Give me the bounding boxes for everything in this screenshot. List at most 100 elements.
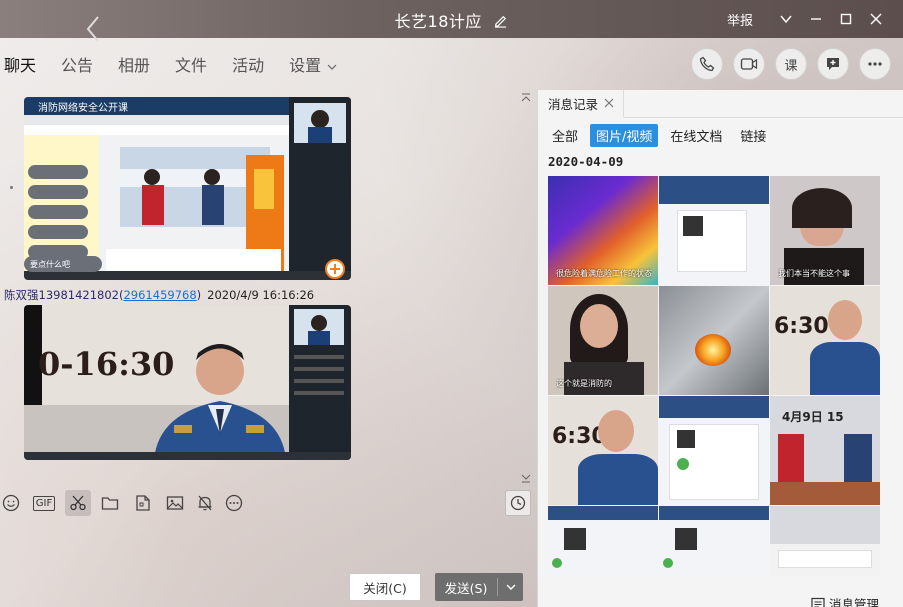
chat-area: 消防网络安全公开课 要点什么吧 陈双强13981421802(296145976… <box>0 90 537 485</box>
filter-all[interactable]: 全部 <box>546 124 584 147</box>
media-thumb[interactable] <box>659 396 769 505</box>
scroll-down-icon[interactable] <box>521 473 531 483</box>
gif-label: GIF <box>32 495 56 511</box>
send-options-button[interactable] <box>498 581 523 593</box>
tabs-bar: 聊天 公告 相册 文件 活动 设置 课 <box>0 38 903 90</box>
record-date: 2020-04-09 <box>548 154 624 169</box>
tab-notice[interactable]: 公告 <box>61 52 93 82</box>
gif-button[interactable]: GIF <box>31 492 57 514</box>
mute-notification-button[interactable] <box>194 492 216 514</box>
close-window-button[interactable] <box>861 0 891 38</box>
thumb-stage <box>770 506 880 544</box>
tab-settings[interactable]: 设置 <box>289 52 337 82</box>
chevron-down-icon <box>506 584 515 590</box>
media-thumb[interactable] <box>659 286 769 395</box>
message-management-button[interactable]: 消息管理 <box>811 594 879 607</box>
filter-links[interactable]: 链接 <box>734 124 772 147</box>
tab-activity[interactable]: 活动 <box>232 52 264 82</box>
media-thumb[interactable]: 4月9日 15 <box>770 396 880 505</box>
close-icon[interactable] <box>604 98 614 108</box>
thumb-uniform <box>810 342 880 395</box>
tab-album[interactable]: 相册 <box>118 52 150 82</box>
window-title-text: 长艺18计应 <box>394 12 482 31</box>
document-icon <box>136 495 150 511</box>
panel-divider <box>624 117 903 118</box>
officer-overlay-time: 0-16:30 <box>38 345 175 383</box>
thumb-uniform <box>578 454 658 505</box>
edit-icon[interactable] <box>493 13 508 28</box>
more-button[interactable] <box>859 48 891 80</box>
media-thumb[interactable]: 很危险着满危险工作的状态下 <box>548 176 658 285</box>
message-input[interactable] <box>0 520 537 570</box>
header-tools: 课 <box>691 48 891 80</box>
screenshot-button[interactable] <box>65 490 91 516</box>
media-thumb[interactable]: 6:30 <box>770 286 880 395</box>
media-thumb[interactable] <box>548 506 658 576</box>
media-thumb[interactable] <box>659 506 769 576</box>
message-record-tab[interactable]: 消息记录 <box>538 90 624 118</box>
image-button[interactable] <box>164 492 186 514</box>
lecture-input-tooltip: 要点什么吧 <box>30 260 70 269</box>
video-icon <box>740 58 758 70</box>
record-filters: 全部 图片/视频 在线文档 链接 <box>546 124 772 147</box>
voice-call-button[interactable] <box>691 48 723 80</box>
tab-files[interactable]: 文件 <box>175 52 207 82</box>
media-thumb[interactable]: 我们本当不能这个事 <box>770 176 880 285</box>
more-tools-button[interactable] <box>223 492 245 514</box>
close-button[interactable]: 关闭(C) <box>349 573 421 601</box>
message-record-panel: 消息记录 全部 图片/视频 在线文档 链接 2020-04-09 很危险着满危险… <box>537 90 903 607</box>
lecture-title: 消防网络安全公开课 <box>38 103 128 114</box>
tab-chat[interactable]: 聊天 <box>4 52 36 82</box>
thumb-table <box>770 482 880 505</box>
scroll-up-icon[interactable] <box>521 93 531 103</box>
thumb-qrcode <box>683 216 703 236</box>
minimize-icon <box>811 18 821 20</box>
sender-name[interactable]: 陈双强13981421802 <box>4 288 119 302</box>
sender-qq-link[interactable]: 2961459768 <box>123 288 196 302</box>
thumb-qrcode <box>677 430 695 448</box>
thumb-fire <box>695 334 731 366</box>
more-circle-icon <box>225 494 243 512</box>
media-thumb[interactable]: 这个就是消防的 <box>548 286 658 395</box>
thumb-header <box>548 506 658 520</box>
chat-image-lecture-screenshot[interactable]: 消防网络安全公开课 要点什么吧 <box>24 97 351 280</box>
thumb-face <box>598 410 634 452</box>
filter-online-docs[interactable]: 在线文档 <box>664 124 728 147</box>
media-thumb-caption: 很危险着满危险工作的状态下 <box>556 269 652 278</box>
thumb-avatar <box>677 458 689 470</box>
send-button[interactable]: 发送(S) <box>435 573 523 601</box>
scissors-icon <box>70 495 86 511</box>
media-thumb[interactable] <box>659 176 769 285</box>
emoji-button[interactable] <box>0 492 22 514</box>
class-button-label: 课 <box>784 58 798 74</box>
thumb-qrcode <box>675 528 697 550</box>
tab-settings-label: 设置 <box>289 56 322 75</box>
chevron-down-icon <box>780 15 792 24</box>
dropdown-button[interactable] <box>771 0 801 38</box>
media-thumb[interactable]: 6:30 <box>548 396 658 505</box>
title-bar: 长艺18计应 举报 <box>0 0 903 42</box>
list-icon <box>811 597 825 607</box>
thumb-header <box>659 396 769 418</box>
folder-icon <box>101 497 119 510</box>
message-history-button[interactable] <box>505 490 531 516</box>
video-call-button[interactable] <box>733 48 765 80</box>
thumb-hair <box>792 188 852 228</box>
media-thumb-caption: 我们本当不能这个事 <box>778 269 850 278</box>
minimize-button[interactable] <box>801 0 831 38</box>
thumb-overlay-date: 4月9日 15 <box>782 410 844 424</box>
thumb-face-front <box>580 304 618 348</box>
maximize-button[interactable] <box>831 0 861 38</box>
chat-image-officer[interactable]: 0-16:30 <box>24 305 351 460</box>
class-button[interactable]: 课 <box>775 48 807 80</box>
add-app-button[interactable] <box>817 48 849 80</box>
emoji-icon <box>2 494 20 512</box>
side-dot <box>10 186 13 189</box>
doc-button[interactable] <box>132 492 154 514</box>
filter-images-videos[interactable]: 图片/视频 <box>590 124 659 147</box>
message-timestamp: 2020/4/9 16:16:26 <box>207 288 315 302</box>
file-button[interactable] <box>99 492 121 514</box>
maximize-icon <box>840 13 852 25</box>
report-link[interactable]: 举报 <box>727 10 753 29</box>
media-thumb[interactable] <box>770 506 880 576</box>
